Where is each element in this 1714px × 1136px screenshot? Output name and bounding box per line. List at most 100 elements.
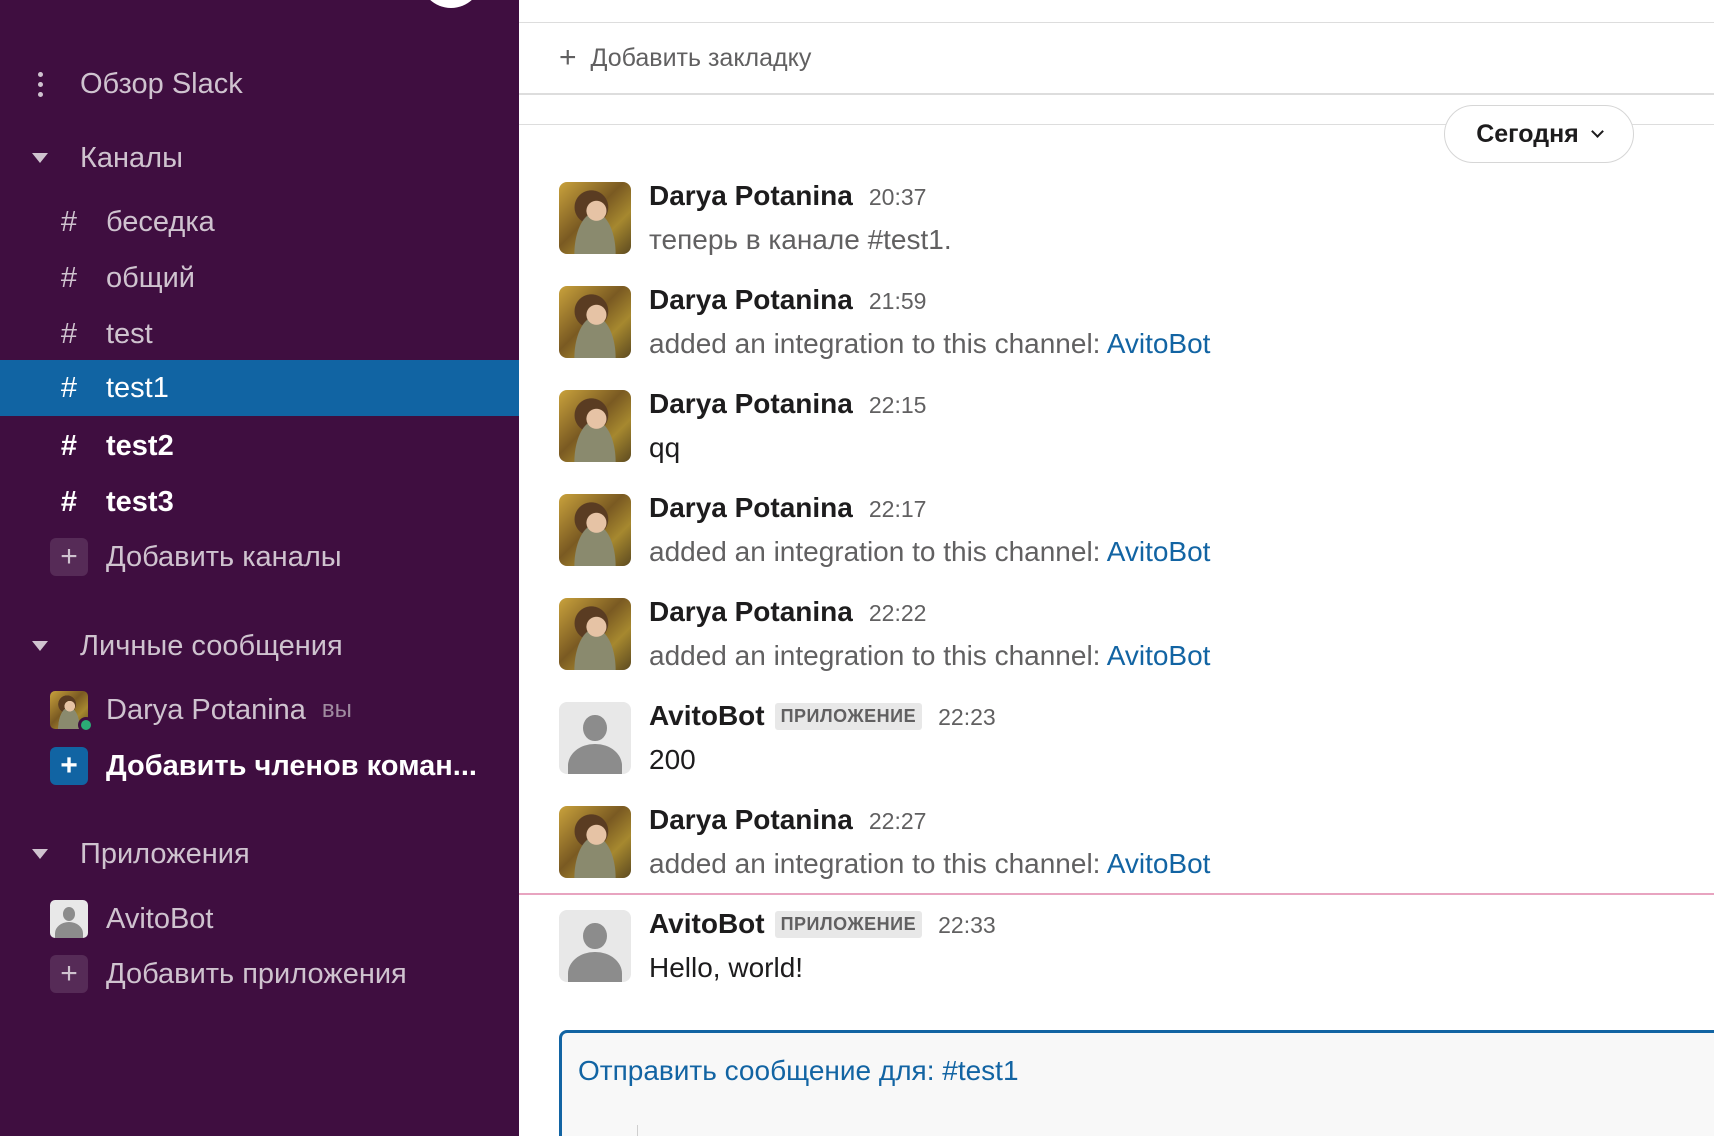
message-item[interactable]: Darya Potanina 21:59 added an integratio… (559, 284, 1699, 386)
sidebar-item-channel[interactable]: # общий (0, 256, 519, 300)
message-author[interactable]: Darya Potanina (649, 492, 853, 524)
add-team-members-button[interactable]: + Добавить членов коман... (0, 744, 519, 788)
message-text: added an integration to this channel: Av… (649, 640, 1210, 672)
hash-icon: # (60, 317, 78, 350)
message-timestamp[interactable]: 21:59 (869, 288, 927, 315)
add-apps-button[interactable]: + Добавить приложения (0, 952, 519, 996)
channels-section-header[interactable]: Каналы (0, 136, 519, 180)
message-text: added an integration to this channel: Av… (649, 848, 1210, 880)
avatar[interactable] (559, 182, 631, 254)
section-label: Каналы (80, 141, 183, 174)
message-timestamp[interactable]: 22:27 (869, 808, 927, 835)
avatar (50, 691, 94, 733)
sidebar-item-label: Обзор Slack (80, 67, 243, 100)
avatar[interactable] (559, 390, 631, 462)
avatar[interactable] (559, 494, 631, 566)
app-badge: ПРИЛОЖЕНИЕ (774, 910, 923, 938)
date-jump-button[interactable]: Сегодня (1444, 105, 1634, 163)
message-author[interactable]: Darya Potanina (649, 804, 853, 836)
sidebar-item-channel-unread[interactable]: # test2 (0, 424, 519, 468)
channel-label: test1 (106, 371, 169, 404)
bot-avatar-icon[interactable] (559, 702, 631, 774)
message-text: added an integration to this channel: Av… (649, 328, 1210, 360)
channel-label: общий (106, 261, 195, 294)
message-timestamp[interactable]: 22:33 (938, 912, 996, 939)
toolbar-divider (637, 1125, 638, 1136)
message-timestamp[interactable]: 22:22 (869, 600, 927, 627)
message-timestamp[interactable]: 22:17 (869, 496, 927, 523)
message-text: теперь в канале #test1. (649, 224, 952, 255)
you-label: вы (321, 696, 352, 723)
channel-label: беседка (106, 205, 215, 238)
sidebar-item-channel-active[interactable]: # test1 (0, 360, 519, 416)
avatar[interactable] (559, 806, 631, 878)
sidebar-item-app[interactable]: AvitoBot (0, 897, 519, 941)
app-badge: ПРИЛОЖЕНИЕ (774, 702, 923, 730)
sidebar: Обзор Slack Каналы # беседка # общий # t… (0, 0, 519, 1136)
avatar[interactable] (559, 598, 631, 670)
section-label: Личные сообщения (80, 629, 343, 662)
message-author[interactable]: AvitoBot (649, 908, 765, 940)
integration-link[interactable]: AvitoBot (1107, 640, 1211, 671)
caret-down-icon (0, 849, 48, 859)
sidebar-item-overview[interactable]: Обзор Slack (0, 62, 519, 106)
channel-label: test3 (106, 485, 174, 518)
integration-link[interactable]: AvitoBot (1107, 328, 1211, 359)
message-item[interactable]: Darya Potanina 22:17 added an integratio… (559, 492, 1699, 594)
composer-placeholder: Отправить сообщение для: #test1 (578, 1055, 1019, 1086)
dm-user-label: Darya Potanina (106, 693, 306, 726)
sidebar-item-channel[interactable]: # test (0, 312, 519, 356)
caret-down-icon (0, 153, 48, 163)
message-timestamp[interactable]: 20:37 (869, 184, 927, 211)
add-bookmark-button[interactable]: + Добавить закладку (559, 43, 811, 73)
add-members-label: Добавить членов коман... (106, 749, 477, 782)
more-vertical-icon (0, 71, 46, 97)
message-author[interactable]: AvitoBot (649, 700, 765, 732)
presence-active-icon (78, 717, 94, 733)
caret-down-icon (0, 641, 48, 651)
plus-icon: + (50, 955, 88, 993)
sidebar-item-channel-unread[interactable]: # test3 (0, 480, 519, 524)
dm-section-header[interactable]: Личные сообщения (0, 624, 519, 668)
sidebar-item-channel[interactable]: # беседка (0, 200, 519, 244)
message-item[interactable]: AvitoBot ПРИЛОЖЕНИЕ 22:33 Hello, world! (559, 908, 1699, 1010)
bot-avatar-icon[interactable] (559, 910, 631, 982)
message-timestamp[interactable]: 22:23 (938, 704, 996, 731)
channel-label: test2 (106, 429, 174, 462)
message-text: 200 (649, 744, 696, 775)
hash-icon: # (60, 205, 78, 238)
message-item[interactable]: Darya Potanina 20:37 теперь в канале #te… (559, 180, 1699, 282)
message-text: Hello, world! (649, 952, 804, 983)
hash-icon: # (60, 429, 78, 462)
chevron-down-icon (1590, 125, 1604, 138)
app-avatar-icon (50, 900, 88, 938)
message-timestamp[interactable]: 22:15 (869, 392, 927, 419)
hash-icon: # (60, 261, 78, 294)
bookmarks-bar: + Добавить закладку (519, 23, 1714, 95)
message-author[interactable]: Darya Potanina (649, 284, 853, 316)
integration-link[interactable]: AvitoBot (1107, 848, 1211, 879)
apps-section-header[interactable]: Приложения (0, 832, 519, 876)
message-item[interactable]: AvitoBot ПРИЛОЖЕНИЕ 22:23 200 (559, 700, 1699, 802)
add-bookmark-label: Добавить закладку (590, 43, 812, 72)
message-body: added an integration to this channel: (649, 328, 1107, 359)
message-body: added an integration to this channel: (649, 848, 1107, 879)
message-body: added an integration to this channel: (649, 640, 1107, 671)
integration-link[interactable]: AvitoBot (1107, 536, 1211, 567)
message-text: added an integration to this channel: Av… (649, 536, 1210, 568)
message-author[interactable]: Darya Potanina (649, 388, 853, 420)
channel-label: test (106, 317, 153, 350)
message-item[interactable]: Darya Potanina 22:22 added an integratio… (559, 596, 1699, 698)
avatar[interactable] (559, 286, 631, 358)
add-channels-button[interactable]: + Добавить каналы (0, 535, 519, 579)
hash-icon: # (60, 371, 78, 404)
message-item[interactable]: Darya Potanina 22:15 qq (559, 388, 1699, 490)
message-composer[interactable]: Отправить сообщение для: #test1 (559, 1030, 1714, 1136)
sidebar-item-dm-self[interactable]: Darya Potanina вы (0, 688, 519, 733)
message-author[interactable]: Darya Potanina (649, 596, 853, 628)
plus-icon: + (50, 538, 88, 576)
workspace-menu-button[interactable] (420, 0, 482, 8)
hash-icon: # (60, 485, 78, 518)
message-item[interactable]: Darya Potanina 22:27 added an integratio… (559, 804, 1699, 906)
message-author[interactable]: Darya Potanina (649, 180, 853, 212)
